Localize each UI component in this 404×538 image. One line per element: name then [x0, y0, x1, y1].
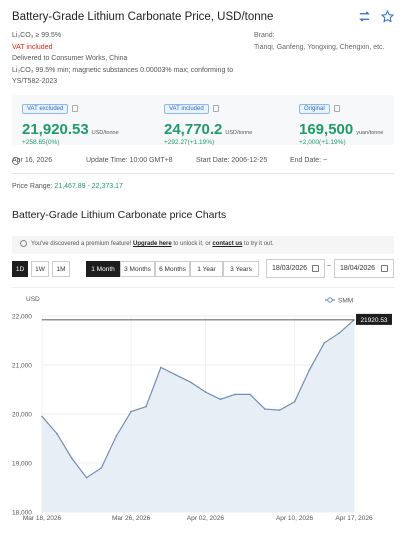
data-point	[100, 467, 103, 469]
x-tick-label: Apr 02, 2026	[187, 515, 225, 522]
data-point	[234, 393, 236, 396]
period-3-months-button[interactable]: 3 Months	[120, 261, 155, 277]
date-to-input[interactable]: 18/04/2026	[334, 259, 394, 278]
y-tick-label: 19,000	[12, 461, 32, 468]
vat-text: VAT included	[12, 43, 53, 51]
swap-icon[interactable]	[358, 10, 371, 23]
premium-suffix: to try it out.	[242, 241, 274, 248]
date-separator: ~	[327, 263, 332, 270]
data-point	[56, 432, 58, 435]
granularity-1m-button[interactable]: 1M	[52, 261, 70, 277]
price-date: Apr 16, 2026	[12, 157, 53, 164]
data-point	[41, 415, 43, 418]
divider	[12, 173, 394, 174]
data-point	[160, 366, 162, 369]
chart-title: Battery-Grade Lithium Carbonate price Ch…	[12, 209, 227, 221]
date-from-value: 18/03/2026	[272, 265, 308, 272]
period-6-months-button[interactable]: 6 Months	[155, 261, 190, 277]
data-point	[338, 332, 340, 334]
price-vat-included: VAT included 24,770.2 USD/tonne +292.27(+…	[164, 100, 252, 146]
price-range-value: 21,467.89 - 22,373.17	[54, 183, 123, 190]
copy-icon[interactable]	[72, 105, 79, 113]
price-range: Price Range: 21,467.89 - 22,373.17	[12, 183, 123, 190]
price-vat-excluded: VAT excluded 21,920.53 USD/tonne +258.65(…	[22, 100, 119, 146]
data-point	[323, 342, 326, 344]
data-point	[70, 457, 73, 459]
header-actions	[358, 10, 394, 23]
price-chart: 22,000 21,000 20,000 19,000 18,000 Mar 18, 20…	[12, 287, 394, 527]
data-point	[130, 410, 132, 413]
price-change: +2,000(+1.19%)	[299, 139, 346, 146]
product-spec: Li₂CO₃ ≥ 99.5% VAT included Delivered to…	[12, 30, 244, 88]
legend-label: SMM	[338, 298, 353, 305]
brand-label: Brand:	[254, 32, 275, 39]
data-point	[278, 409, 281, 411]
data-point	[204, 391, 207, 393]
delivery-text: Delivered to Consumer Works, China	[12, 55, 128, 62]
price-badge: VAT excluded	[22, 103, 69, 114]
price-unit: USD/tonne	[225, 130, 253, 136]
x-tick-label: Apr 17, 2026	[335, 515, 373, 522]
purity-text: Li₂CO₃ ≥ 99.5%	[12, 32, 62, 39]
y-tick-label: 22,000	[12, 314, 32, 321]
data-point	[115, 435, 118, 437]
x-tick-label: Apr 10, 2026	[276, 515, 314, 522]
price-change: +292.27(+1.19%)	[164, 139, 215, 146]
calendar-icon[interactable]	[312, 265, 319, 272]
calendar-icon[interactable]	[381, 265, 388, 272]
data-point	[85, 476, 88, 479]
data-point	[308, 369, 311, 371]
upgrade-link[interactable]: Upgrade here	[133, 241, 172, 247]
data-point	[189, 381, 192, 383]
price-value: 169,500	[299, 121, 354, 138]
info-icon	[20, 240, 27, 247]
price-unit: USD/tonne	[91, 130, 119, 136]
legend-marker	[327, 297, 333, 303]
series-area-smm	[42, 319, 354, 512]
price-panel: VAT excluded 21,920.53 USD/tonne +258.65(…	[12, 95, 394, 146]
brand-names: Tianqi, Ganfeng, Yongxing, Chengxin, etc…	[254, 43, 385, 51]
granularity-1d-button[interactable]: 1D	[12, 261, 28, 277]
copy-icon[interactable]	[212, 105, 219, 113]
update-time: Update Time: 10:00 GMT+8	[86, 157, 173, 164]
star-icon[interactable]	[381, 10, 394, 23]
data-point	[264, 408, 266, 410]
price-value: 21,920.53	[22, 121, 89, 138]
price-original: Original 169,500 yuan/tonne +2,000(+1.19%…	[299, 100, 383, 146]
data-point	[219, 398, 222, 401]
y-axis-label: USD	[26, 296, 40, 303]
x-tick-label: Mar 18, 2026	[23, 515, 62, 522]
end-date: End Date: ~	[290, 157, 328, 164]
start-date: Start Date: 2006-12-25	[196, 157, 268, 164]
price-unit: yuan/tonne	[356, 130, 384, 136]
brand-info: Brand: Tianqi, Ganfeng, Yongxing, Chengx…	[254, 30, 394, 53]
data-point	[174, 374, 177, 376]
price-badge: VAT included	[164, 103, 209, 114]
granularity-1w-button[interactable]: 1W	[31, 261, 49, 277]
premium-notice: You've discovered a premium feature! Upg…	[12, 236, 394, 254]
data-point	[145, 405, 147, 408]
price-range-label: Price Range:	[12, 183, 55, 190]
date-from-input[interactable]: 18/03/2026	[266, 259, 325, 278]
contact-link[interactable]: contact us	[212, 241, 242, 247]
y-tick-label: 20,000	[12, 412, 32, 419]
date-to-value: 18/04/2026	[340, 265, 376, 272]
premium-mid: to unlock it, or	[171, 241, 213, 248]
chart-svg: 22,00021,00020,00019,00018,000Mar 18, 20…	[12, 296, 392, 522]
page-title: Battery-Grade Lithium Carbonate Price, U…	[12, 11, 274, 23]
price-badge: Original	[299, 103, 330, 114]
last-value-label: 21920.53	[360, 317, 387, 324]
y-tick-label: 21,000	[12, 363, 32, 370]
standard-text: Li₂CO₃ 99.5% min; magnetic substances 0.…	[12, 66, 234, 86]
period-1-month-button[interactable]: 1 Month	[86, 261, 120, 277]
x-tick-label: Mar 26, 2026	[112, 515, 151, 522]
premium-prefix: You've discovered a premium feature!	[31, 241, 133, 248]
data-point	[249, 393, 251, 396]
data-point	[293, 400, 296, 403]
period-3-years-button[interactable]: 3 Years	[223, 261, 259, 277]
copy-icon[interactable]	[333, 105, 340, 113]
price-change: +258.65(0%)	[22, 139, 60, 146]
period-1-year-button[interactable]: 1 Year	[190, 261, 223, 277]
price-value: 24,770.2	[164, 121, 223, 138]
